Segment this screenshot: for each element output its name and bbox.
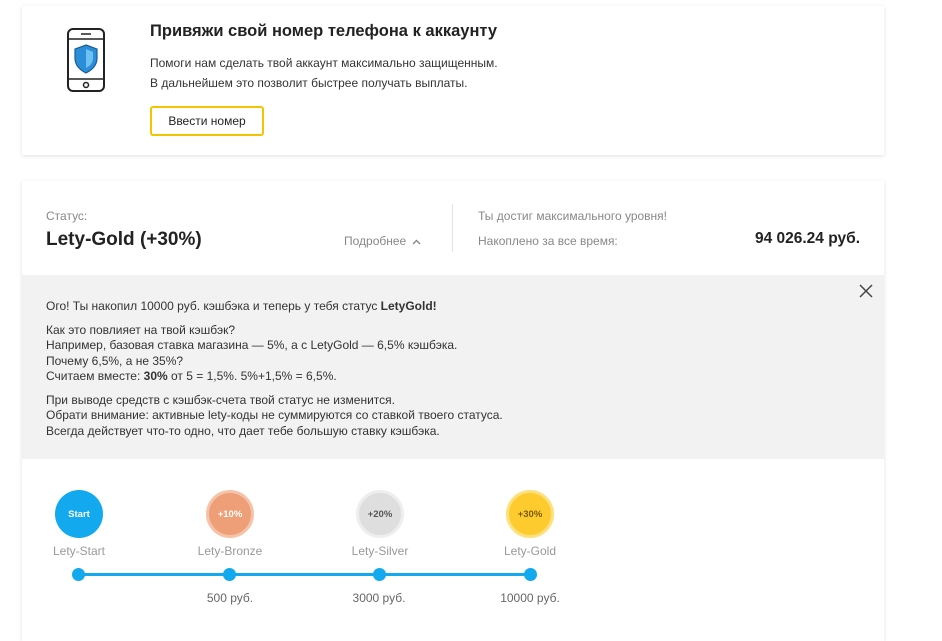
progress-dot-gold xyxy=(524,568,537,581)
info-line-5-text: Считаем вместе: xyxy=(46,369,144,383)
info-line-5-bold: 30% xyxy=(143,369,168,383)
level-silver: +20% Lety-Silver xyxy=(320,490,440,558)
status-card: Статус: Lety-Gold (+30%) Подробнее Ты до… xyxy=(22,181,884,641)
info-line-1: Ого! Ты накопил 10000 руб. кэшбэка и теп… xyxy=(46,299,806,315)
info-line-1-bold: LetyGold! xyxy=(380,299,437,313)
chevron-up-icon xyxy=(412,239,421,245)
level-badge-gold: +30% xyxy=(506,490,554,538)
more-details-toggle[interactable]: Подробнее xyxy=(344,234,421,248)
info-line-8: Всегда действует что-то одно, что дает т… xyxy=(46,423,440,438)
info-line-5-rest: от 5 = 1,5%. 5%+1,5% = 6,5%. xyxy=(167,369,337,383)
level-name-gold: Lety-Gold xyxy=(503,544,557,558)
progress-dot-silver xyxy=(373,568,386,581)
level-name-bronze: Lety-Bronze xyxy=(197,544,263,558)
info-line-1-text: Ого! Ты накопил 10000 руб. кэшбэка и теп… xyxy=(46,299,381,313)
vertical-divider xyxy=(452,204,453,252)
threshold-gold: 10000 руб. xyxy=(500,591,560,605)
enter-number-button[interactable]: Ввести номер xyxy=(150,106,264,136)
status-info-panel: Ого! Ты накопил 10000 руб. кэшбэка и теп… xyxy=(22,275,884,459)
phone-card-title: Привяжи свой номер телефона к аккаунту xyxy=(150,22,498,40)
info-line-7: Обрати внимание: активные lety-коды не с… xyxy=(46,408,503,422)
threshold-silver: 3000 руб. xyxy=(352,591,406,605)
accumulated-label: Накоплено за все время: xyxy=(478,234,618,248)
progress-dot-bronze xyxy=(223,568,236,581)
info-line-4: Почему 6,5%, а не 35%? xyxy=(46,353,184,368)
info-line-5: Считаем вместе: 30% от 5 = 1,5%. 5%+1,5%… xyxy=(46,369,806,385)
info-line-3: Например, базовая ставка магазина — 5%, … xyxy=(46,338,458,352)
more-details-label: Подробнее xyxy=(344,234,407,248)
progress-dot-start xyxy=(72,568,85,581)
info-line-6: При выводе средств с кэшбэк-счета твой с… xyxy=(46,392,395,407)
level-badge-start: Start xyxy=(55,490,103,538)
level-badge-bronze: +10% xyxy=(206,490,254,538)
accumulated-value: 94 026.24 руб. xyxy=(754,230,860,247)
phone-desc-line-1: Помоги нам сделать твой аккаунт максимал… xyxy=(150,56,498,70)
level-name-silver: Lety-Silver xyxy=(351,544,409,558)
close-icon[interactable] xyxy=(856,281,876,301)
progress-track xyxy=(79,573,531,576)
level-bronze: +10% Lety-Bronze xyxy=(170,490,290,558)
level-gold: +30% Lety-Gold xyxy=(470,490,590,558)
phone-shield-icon xyxy=(67,28,105,92)
phone-card-description: Помоги нам сделать твой аккаунт максимал… xyxy=(150,53,498,93)
phone-desc-line-2: В дальнейшем это позволит быстрее получа… xyxy=(150,76,468,90)
max-level-text: Ты достиг максимального уровня! xyxy=(478,209,668,223)
info-text: Ого! Ты накопил 10000 руб. кэшбэка и теп… xyxy=(46,299,806,439)
status-value: Lety-Gold (+30%) xyxy=(46,229,202,250)
level-start: Start Lety-Start xyxy=(19,490,139,558)
info-line-2: Как это повлияет на твой кэшбэк? xyxy=(46,322,236,337)
level-badge-silver: +20% xyxy=(356,490,404,538)
phone-binding-card: Привяжи свой номер телефона к аккаунту П… xyxy=(22,6,884,155)
threshold-bronze: 500 руб. xyxy=(206,591,254,605)
status-label: Статус: xyxy=(46,209,88,223)
level-name-start: Lety-Start xyxy=(52,544,106,558)
